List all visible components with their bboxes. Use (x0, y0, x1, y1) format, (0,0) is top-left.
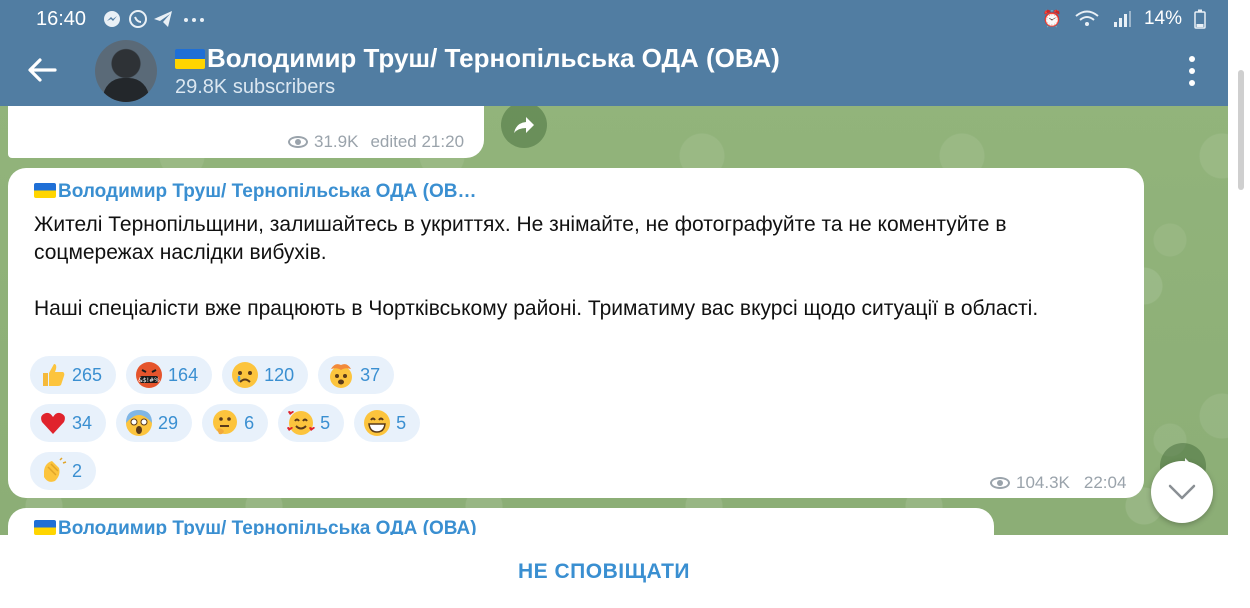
notification-icons (102, 8, 212, 35)
reaction-count: 120 (264, 364, 295, 385)
reaction-count: 2 (72, 460, 83, 481)
screaming-face-icon (124, 408, 154, 438)
signal-icon (1113, 11, 1131, 27)
reaction-count: 5 (396, 412, 407, 433)
reaction-count: 37 (360, 364, 381, 385)
channel-post[interactable]: Володимир Труш/ Тернопільська ОДА (ОВ… Ж… (8, 168, 1144, 498)
nav-bar: Володимир Труш/ Тернопільська ОДА (ОВА) … (0, 38, 1228, 106)
arrow-left-icon (28, 58, 57, 82)
post-text: Жителі Тернопільщини, залишайтесь в укри… (34, 211, 1124, 351)
channel-title-text: Володимир Труш/ Тернопільська ОДА (ОВА) (207, 43, 780, 73)
wifi-icon (1075, 10, 1099, 26)
status-right: ⏰ 14% (1042, 8, 1206, 30)
svg-text:&$!#%: &$!#% (138, 377, 160, 384)
chevron-down-icon (1168, 484, 1196, 500)
battery-percent: 14% (1143, 8, 1182, 29)
reaction-count: 6 (244, 412, 255, 433)
reaction-crying-face[interactable]: 120 (222, 356, 309, 394)
alarm-icon: ⏰ (1042, 11, 1062, 28)
reaction-grinning-face[interactable]: 5 (354, 404, 421, 442)
reaction-smiling-face-with-hearts[interactable]: 5 (278, 404, 345, 442)
grinning-face-icon (362, 408, 392, 438)
channel-title[interactable]: Володимир Труш/ Тернопільська ОДА (ОВА) (175, 43, 780, 74)
ukraine-flag-icon (34, 183, 56, 198)
clapping-hands-icon (38, 456, 68, 486)
views-eye-icon (288, 136, 308, 148)
forward-arrow-icon (514, 117, 534, 133)
app-notification-icons (104, 10, 204, 28)
battery-icon (1194, 9, 1206, 29)
post-views: 104.3K (1016, 473, 1070, 492)
ukraine-flag-icon (175, 49, 205, 69)
reaction-count: 5 (320, 412, 331, 433)
post-author-text: Володимир Труш/ Тернопільська ОДА (ОВ… (58, 181, 477, 202)
reaction-thinking-face[interactable]: 6 (202, 404, 269, 442)
views-eye-icon (990, 477, 1010, 489)
scroll-down-button[interactable] (1151, 461, 1213, 523)
post-paragraph: Наші спеціалісти вже працюють в Чортківс… (34, 297, 1039, 320)
avatar-figure (103, 78, 149, 102)
red-heart-icon (38, 408, 68, 438)
reaction-clapping-hands[interactable]: 2 (30, 452, 97, 490)
subscriber-count: 29.8K subscribers (175, 76, 336, 98)
reaction-row: 2 (30, 452, 1030, 490)
reaction-count: 34 (72, 412, 93, 433)
reaction-row: 34 29 6 5 5 (30, 404, 1030, 442)
reaction-screaming-face[interactable]: 29 (116, 404, 193, 442)
more-dot-icon (1189, 80, 1195, 86)
thinking-face-icon (210, 408, 240, 438)
post-time: 22:04 (1083, 473, 1127, 492)
scroll-track[interactable] (1228, 0, 1250, 608)
previous-message-edited: edited 21:20 (370, 132, 465, 151)
share-button[interactable] (501, 102, 547, 148)
ukraine-flag-icon (34, 520, 56, 535)
crying-face-icon (230, 360, 260, 390)
channel-avatar[interactable] (95, 40, 157, 102)
more-dot-icon (1189, 68, 1195, 74)
back-button[interactable] (22, 50, 62, 90)
exploding-head-icon (326, 360, 356, 390)
status-time: 16:40 (36, 8, 87, 30)
previous-message-meta: 31.9K edited 21:20 (288, 132, 464, 152)
app-header: 16:40 ⏰ 14% Володимир Труш/ Тернопільськ… (0, 0, 1228, 106)
bottom-bar: НЕ СПОВІЩАТИ (0, 535, 1228, 608)
scroll-thumb[interactable] (1238, 70, 1244, 190)
reaction-thumbs-up[interactable]: 265 (30, 356, 117, 394)
post-author[interactable]: Володимир Труш/ Тернопільська ОДА (ОВ… (34, 181, 477, 203)
status-bar: 16:40 ⏰ 14% (0, 0, 1228, 38)
smiling-face-with-hearts-icon (286, 408, 316, 438)
previous-message-views: 31.9K (314, 132, 359, 151)
thumbs-up-icon (38, 360, 68, 390)
reaction-count: 29 (158, 412, 179, 433)
reaction-row: 265 &$!#% 164 120 37 (30, 356, 1030, 394)
reaction-cursing-face[interactable]: &$!#% 164 (126, 356, 213, 394)
reactions: 265 &$!#% 164 120 37 34 29 6 5 5 2 (30, 356, 1030, 500)
more-dot-icon (1189, 56, 1195, 62)
reaction-red-heart[interactable]: 34 (30, 404, 107, 442)
post-paragraph: Жителі Тернопільщини, залишайтесь в укри… (34, 213, 1007, 264)
reaction-count: 265 (72, 364, 103, 385)
mute-button[interactable]: НЕ СПОВІЩАТИ (518, 560, 690, 584)
cursing-face-icon: &$!#% (134, 360, 164, 390)
reaction-exploding-head[interactable]: 37 (318, 356, 395, 394)
more-options-button[interactable] (1180, 56, 1204, 86)
post-meta: 104.3K 22:04 (990, 473, 1126, 493)
reaction-count: 164 (168, 364, 199, 385)
